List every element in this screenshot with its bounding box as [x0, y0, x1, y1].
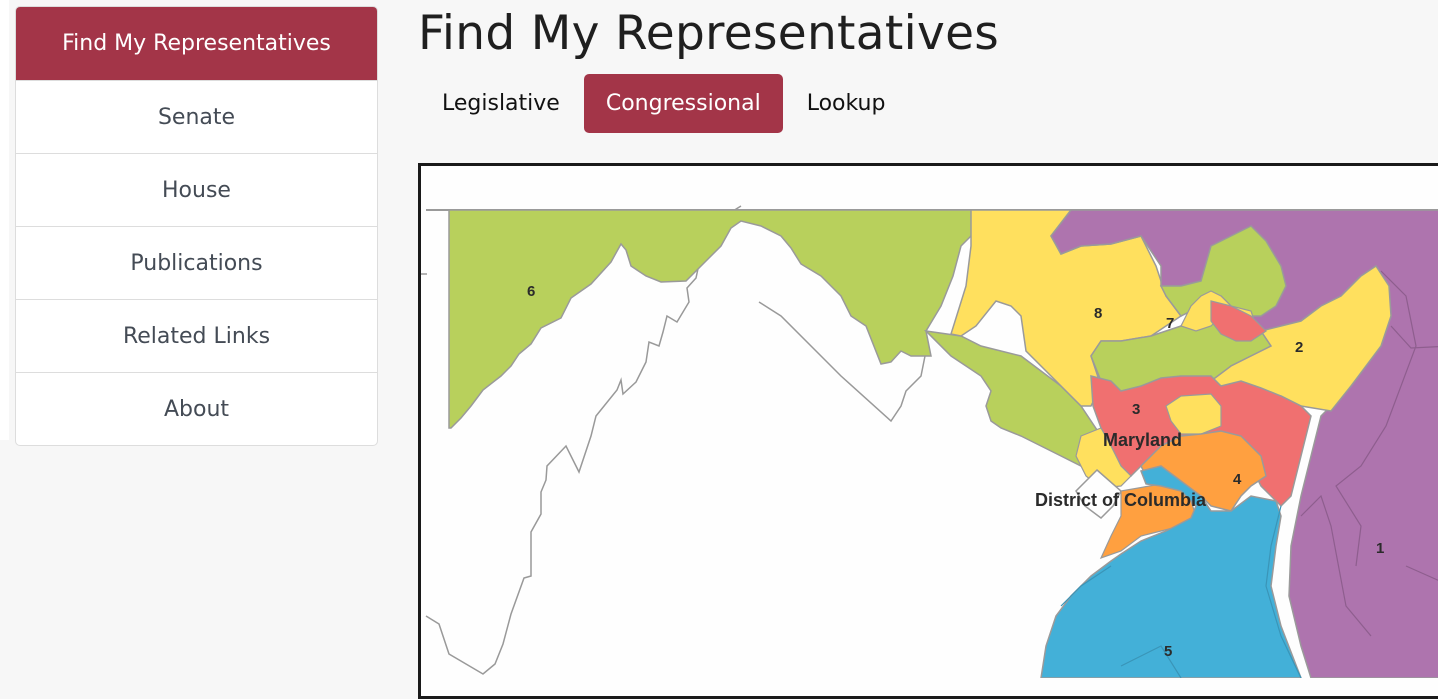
district-label-1: 1 — [1376, 540, 1384, 557]
tab-label: Congressional — [605, 91, 761, 116]
district-label-8: 8 — [1094, 305, 1102, 322]
sidebar-item-publications[interactable]: Publications — [16, 226, 377, 299]
tab-lookup[interactable]: Lookup — [785, 74, 908, 133]
sidebar-item-label: House — [162, 177, 231, 203]
tab-legislative[interactable]: Legislative — [420, 74, 582, 133]
sidebar-item-senate[interactable]: Senate — [16, 80, 377, 153]
sidebar-nav: Find My Representatives Senate House Pub… — [15, 6, 378, 446]
left-edge-panel — [0, 0, 9, 440]
tab-label: Lookup — [806, 91, 886, 116]
district-label-7: 7 — [1166, 315, 1174, 332]
sidebar-item-find-my-representatives[interactable]: Find My Representatives — [16, 7, 377, 80]
district-map-svg[interactable]: 6 8 7 2 3 4 1 5 Maryland District of Col… — [421, 166, 1438, 678]
page-title: Find My Representatives — [418, 6, 1000, 61]
sidebar-item-label: Senate — [157, 104, 236, 130]
state-label-maryland: Maryland — [1103, 430, 1182, 450]
dc-label: District of Columbia — [1035, 490, 1207, 510]
sidebar-item-label: Find My Representatives — [62, 31, 331, 56]
district-label-5: 5 — [1164, 643, 1172, 660]
tab-congressional[interactable]: Congressional — [583, 74, 783, 133]
district-type-tabs: Legislative Congressional Lookup — [420, 74, 909, 133]
district-label-6: 6 — [527, 283, 535, 300]
district-label-3: 3 — [1132, 401, 1140, 418]
tab-label: Legislative — [442, 91, 560, 116]
district-6-region[interactable] — [448, 209, 1004, 429]
sidebar-item-related-links[interactable]: Related Links — [16, 299, 377, 372]
district-label-2: 2 — [1295, 339, 1303, 356]
sidebar-item-label: About — [163, 396, 230, 422]
district-map[interactable]: 6 8 7 2 3 4 1 5 Maryland District of Col… — [418, 163, 1438, 699]
sidebar-item-label: Publications — [130, 250, 263, 276]
sidebar-item-about[interactable]: About — [16, 372, 377, 445]
sidebar-item-label: Related Links — [122, 323, 271, 349]
district-label-4: 4 — [1233, 471, 1242, 488]
sidebar-item-house[interactable]: House — [16, 153, 377, 226]
